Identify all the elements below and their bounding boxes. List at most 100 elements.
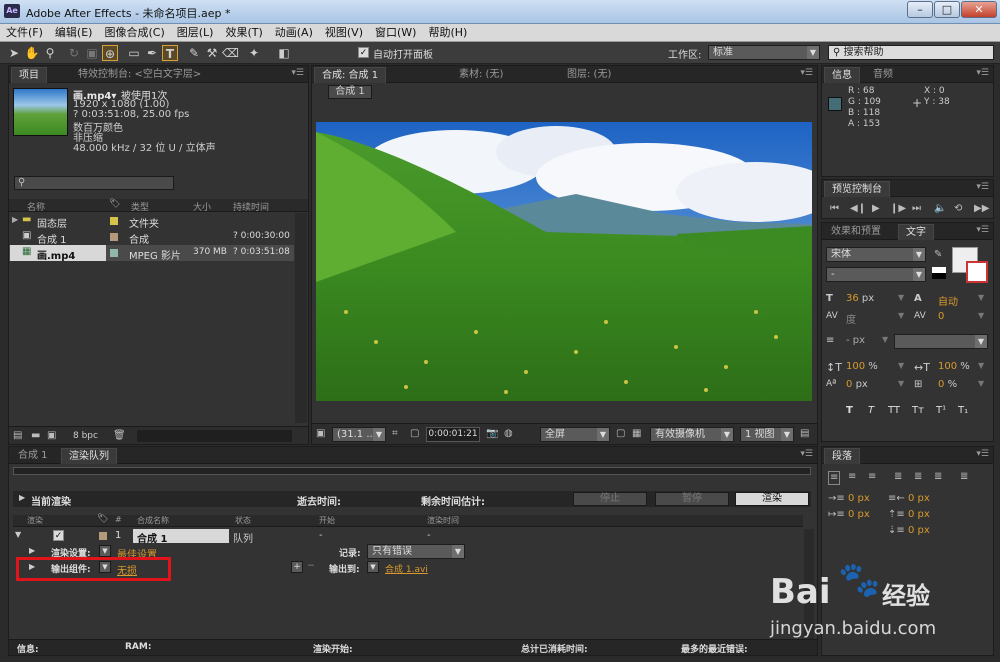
expand-arrow-icon[interactable]: ▶ xyxy=(12,215,18,224)
menu-view[interactable]: 视图(V) xyxy=(319,24,369,42)
clone-stamp-tool-icon[interactable]: ⚒ xyxy=(204,45,220,61)
chevron-down-icon[interactable]: ▼ xyxy=(99,545,111,557)
hand-tool-icon[interactable]: ✋ xyxy=(24,45,40,61)
space-before-value[interactable]: 0 px xyxy=(908,509,930,520)
tab-audio[interactable]: 音频 xyxy=(866,67,900,83)
puppet-tool-icon[interactable]: ✦ xyxy=(246,45,262,61)
font-style-select[interactable]: - ▼ xyxy=(826,267,926,282)
add-output-module-icon[interactable]: + xyxy=(291,561,303,573)
col-render[interactable]: 渲染 xyxy=(27,515,43,526)
workspace-toggle-icon[interactable]: ◧ xyxy=(276,45,292,61)
col-name[interactable]: 名称 xyxy=(27,200,45,213)
panel-menu-icon[interactable]: ▾☰ xyxy=(800,449,813,459)
tab-render-queue[interactable]: 渲染队列 xyxy=(61,448,117,464)
camera-tool-icon[interactable]: ▣ xyxy=(84,45,100,61)
pen-tool-icon[interactable]: ✒ xyxy=(144,45,160,61)
tab-composition-timeline[interactable]: 合成 1 xyxy=(11,448,55,464)
loop-icon[interactable]: ⟲ xyxy=(954,203,962,215)
small-caps-button[interactable]: Tт xyxy=(912,405,924,416)
brush-tool-icon[interactable]: ✎ xyxy=(186,45,202,61)
chevron-down-icon[interactable]: ▼ xyxy=(978,361,984,370)
tab-project[interactable]: 项目 xyxy=(11,67,47,83)
chevron-down-icon[interactable]: ▼ xyxy=(898,293,904,302)
eyedropper-icon[interactable]: ✎ xyxy=(934,249,942,261)
tab-character[interactable]: 文字 xyxy=(898,224,934,240)
menu-layer[interactable]: 图层(L) xyxy=(171,24,220,42)
viewer-options-icon[interactable]: ▤ xyxy=(800,428,809,440)
baseline-shift-value[interactable]: 0 px xyxy=(846,379,868,390)
tsume-value[interactable]: 0 % xyxy=(938,379,957,390)
project-vscrollbar[interactable] xyxy=(295,213,307,423)
workspace-select[interactable]: 标准 ▼ xyxy=(708,45,820,60)
stop-button[interactable]: 停止 xyxy=(573,492,647,506)
region-of-interest-icon[interactable]: ▢ xyxy=(616,428,625,440)
ram-preview-icon[interactable]: ▶▶ xyxy=(974,203,989,215)
type-tool-icon[interactable]: T xyxy=(162,45,178,61)
tab-footage[interactable]: 素材: (无) xyxy=(452,67,510,83)
close-button[interactable]: ✕ xyxy=(961,1,997,18)
play-icon[interactable]: ▶ xyxy=(872,203,880,215)
col-duration[interactable]: 持续时间 xyxy=(233,200,269,213)
new-composition-icon[interactable]: ▣ xyxy=(47,430,56,442)
auto-open-checkbox[interactable]: ✓ xyxy=(358,47,369,58)
font-size-value[interactable]: 36 px xyxy=(846,293,874,304)
snapshot-icon[interactable]: 📷 xyxy=(486,428,498,440)
always-preview-icon[interactable]: ▣ xyxy=(316,428,325,440)
faux-bold-button[interactable]: T xyxy=(846,405,853,416)
eraser-tool-icon[interactable]: ⌫ xyxy=(222,45,239,61)
align-center-icon[interactable]: ≡ xyxy=(848,471,856,483)
col-type[interactable]: 类型 xyxy=(131,200,149,213)
all-caps-button[interactable]: TT xyxy=(888,405,900,416)
tab-effect-controls[interactable]: 特效控制台: <空白文字层> xyxy=(71,67,208,83)
rectangle-tool-icon[interactable]: ▭ xyxy=(126,45,142,61)
chevron-down-icon[interactable]: ▼ xyxy=(882,335,888,344)
table-row[interactable]: ▦ 画.mp4 MPEG 影片 370 MB ? 0:03:51:08 xyxy=(9,245,294,262)
mask-visibility-icon[interactable]: ▢ xyxy=(410,428,419,440)
justify-all-icon[interactable]: ≣ xyxy=(960,471,968,483)
panel-menu-icon[interactable]: ▾☰ xyxy=(976,449,989,459)
table-row[interactable]: ▶ ▬ 固态层 文件夹 xyxy=(9,213,294,230)
tab-layer[interactable]: 图层: (无) xyxy=(560,67,618,83)
maximize-button[interactable]: □ xyxy=(934,1,960,18)
previous-frame-icon[interactable]: ◀❙ xyxy=(850,203,866,215)
horizontal-scale-value[interactable]: 100 % xyxy=(938,361,970,372)
chevron-down-icon[interactable]: ▼ xyxy=(978,311,984,320)
vertical-scale-value[interactable]: 100 % xyxy=(846,361,878,372)
col-status[interactable]: 状态 xyxy=(235,515,251,526)
chevron-down-icon[interactable]: ▼ xyxy=(978,379,984,388)
rotate-tool-icon[interactable]: ↻ xyxy=(66,45,82,61)
col-render-time[interactable]: 渲染时间 xyxy=(427,515,459,526)
minimize-button[interactable]: – xyxy=(907,1,933,18)
new-folder-icon[interactable]: ▬ xyxy=(31,430,40,442)
zoom-tool-icon[interactable]: ⚲ xyxy=(42,45,58,61)
expand-arrow-icon[interactable]: ▶ xyxy=(19,493,25,502)
menu-file[interactable]: 文件(F) xyxy=(0,24,49,42)
output-to-value[interactable]: 合成 1.avi xyxy=(385,562,428,575)
tab-info[interactable]: 信息 xyxy=(824,67,860,83)
indent-right-value[interactable]: 0 px xyxy=(908,493,930,504)
col-size[interactable]: 大小 xyxy=(193,200,211,213)
panel-menu-icon[interactable]: ▾☰ xyxy=(976,68,989,78)
tracking-value[interactable]: 0 xyxy=(938,311,944,322)
justify-right-icon[interactable]: ≣ xyxy=(934,471,942,483)
menu-window[interactable]: 窗口(W) xyxy=(369,24,422,42)
resolution-select[interactable]: 全屏 ▼ xyxy=(540,427,610,442)
panel-menu-icon[interactable]: ▾☰ xyxy=(976,225,989,235)
search-help-input[interactable]: ⚲ 搜索帮助 xyxy=(828,45,994,60)
justify-left-icon[interactable]: ≣ xyxy=(894,471,902,483)
current-time-display[interactable]: 0:00:01:21 xyxy=(426,427,480,442)
selection-tool-icon[interactable]: ➤ xyxy=(6,45,22,61)
expand-arrow-icon[interactable]: ▼ xyxy=(15,530,21,539)
align-right-icon[interactable]: ≡ xyxy=(868,471,876,483)
composition-canvas[interactable] xyxy=(316,122,812,401)
render-vscrollbar[interactable] xyxy=(804,529,814,639)
menu-animation[interactable]: 动画(A) xyxy=(269,24,319,42)
indent-first-value[interactable]: 0 px xyxy=(848,509,870,520)
chevron-down-icon[interactable]: ▼ xyxy=(898,361,904,370)
tab-effects-presets[interactable]: 效果和预置 xyxy=(824,224,888,240)
stroke-color-swatch[interactable] xyxy=(966,261,988,283)
pan-behind-tool-icon[interactable]: ⊕ xyxy=(102,45,118,61)
leading-value[interactable]: 自动 xyxy=(938,293,958,308)
project-search-input[interactable]: ⚲ xyxy=(14,176,174,190)
menu-effect[interactable]: 效果(T) xyxy=(219,24,268,42)
